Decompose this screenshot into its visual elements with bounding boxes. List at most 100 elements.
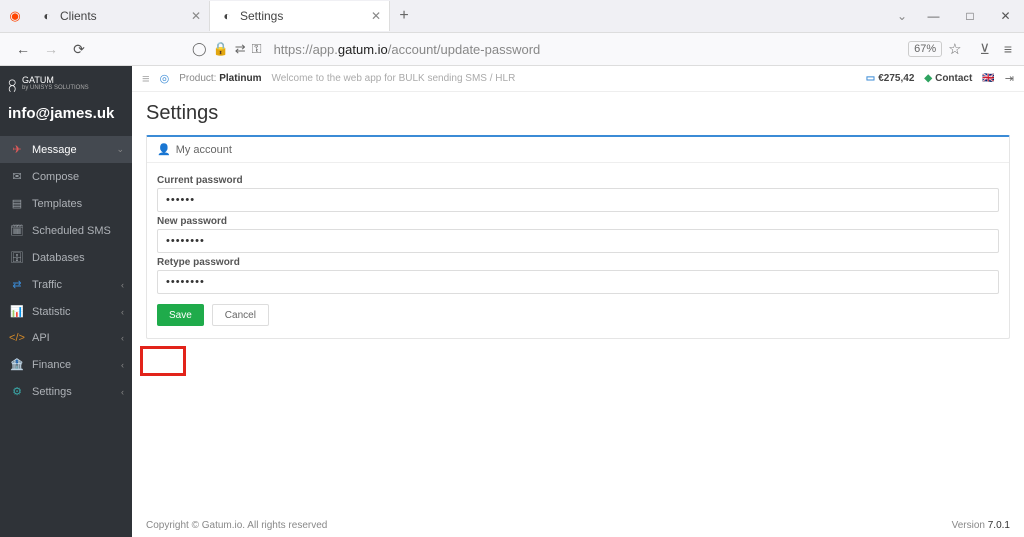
site-security-icons[interactable]: ◯ 🔒 ⇄ ⚿ <box>192 41 262 57</box>
reload-button[interactable]: ⟳ <box>68 41 90 58</box>
database-icon: 🗄 <box>10 251 24 264</box>
url-input[interactable]: https://app.gatum.io/account/update-pass… <box>268 42 903 57</box>
tab-title: Settings <box>240 9 283 23</box>
welcome-text: Welcome to the web app for BULK sending … <box>271 73 515 84</box>
save-button[interactable]: Save <box>157 304 204 326</box>
user-email: info@james.uk <box>0 99 132 136</box>
sidebar-item-label: API <box>32 332 50 344</box>
language-flag-icon[interactable]: 🇬🇧 <box>982 73 994 84</box>
code-icon: </> <box>10 332 24 344</box>
shield-icon: ◯ <box>192 41 207 57</box>
sidebar-item-statistic[interactable]: 📊 Statistic ‹ <box>0 298 132 325</box>
sidebar-item-message[interactable]: ✈ Message ⌄ <box>0 136 132 163</box>
person-icon: 👤 <box>157 143 171 156</box>
chart-icon: 📊 <box>10 305 24 318</box>
close-icon[interactable]: ✕ <box>191 9 201 23</box>
brand-icon: ႙ <box>8 72 16 93</box>
sidebar-item-scheduled[interactable]: 🗓 Scheduled SMS <box>0 217 132 244</box>
traffic-icon: ⇄ <box>10 278 24 291</box>
logout-icon[interactable]: ⇥ <box>1005 72 1014 85</box>
product-name: Platinum <box>219 73 261 84</box>
pocket-icon[interactable]: ⊻ <box>980 41 990 58</box>
sidebar: ႙ GATUM by UNISYS SOLUTIONS info@james.u… <box>0 66 132 537</box>
retype-password-input[interactable] <box>157 270 999 294</box>
templates-icon: ▤ <box>10 197 24 210</box>
tab-clients[interactable]: ◐ Clients ✕ <box>30 1 210 31</box>
forward-button[interactable]: → <box>40 41 62 57</box>
new-tab-button[interactable]: + <box>390 7 418 25</box>
product-icon: ◎ <box>160 72 170 85</box>
topbar: ≡ ◎ Product: Platinum Welcome to the web… <box>132 66 1024 92</box>
sidebar-item-label: Compose <box>32 171 79 183</box>
sidebar-item-finance[interactable]: 🏦 Finance ‹ <box>0 351 132 378</box>
sidebar-item-label: Templates <box>32 198 82 210</box>
contact-icon: ◆ <box>924 73 932 84</box>
label-new-password: New password <box>157 216 999 227</box>
balance[interactable]: ▭ €275,42 <box>866 73 915 84</box>
url-prefix: https://app. <box>274 42 338 57</box>
chevron-left-icon: ‹ <box>121 333 124 343</box>
sidebar-item-label: Databases <box>32 252 85 264</box>
sidebar-item-label: Statistic <box>32 306 71 318</box>
permissions-icon: ⇄ <box>235 41 246 57</box>
chevron-left-icon: ‹ <box>121 360 124 370</box>
bookmark-icon[interactable]: ☆ <box>948 40 961 58</box>
brand: ႙ GATUM by UNISYS SOLUTIONS <box>0 66 132 99</box>
sidebar-item-traffic[interactable]: ⇄ Traffic ‹ <box>0 271 132 298</box>
bank-icon: 🏦 <box>10 358 24 371</box>
key-icon: ⚿ <box>252 41 262 57</box>
footer: Copyright © Gatum.io. All rights reserve… <box>132 514 1024 537</box>
main-area: ≡ ◎ Product: Platinum Welcome to the web… <box>132 66 1024 537</box>
sidebar-item-settings[interactable]: ⚙ Settings ‹ <box>0 378 132 405</box>
menu-toggle-icon[interactable]: ≡ <box>142 71 150 86</box>
minimize-button[interactable]: ― <box>921 5 945 27</box>
tab-favicon: ◐ <box>220 9 234 23</box>
tab-settings[interactable]: ◐ Settings ✕ <box>210 1 390 31</box>
current-password-input[interactable] <box>157 188 999 212</box>
chevron-left-icon: ‹ <box>121 280 124 290</box>
url-path: /account/update-password <box>388 42 540 57</box>
label-current-password: Current password <box>157 175 999 186</box>
label-retype-password: Retype password <box>157 257 999 268</box>
zoom-level[interactable]: 67% <box>908 41 942 57</box>
url-domain: gatum.io <box>338 42 388 57</box>
new-password-input[interactable] <box>157 229 999 253</box>
footer-copyright: Copyright © Gatum.io. All rights reserve… <box>146 520 327 531</box>
sidebar-item-label: Settings <box>32 386 72 398</box>
sidebar-item-databases[interactable]: 🗄 Databases <box>0 244 132 271</box>
close-window-button[interactable]: ✕ <box>994 5 1016 27</box>
close-icon[interactable]: ✕ <box>371 9 381 23</box>
sidebar-item-label: Scheduled SMS <box>32 225 111 237</box>
content: Settings 👤 My account Current password N… <box>132 92 1024 339</box>
sidebar-item-label: Finance <box>32 359 71 371</box>
app-menu-icon[interactable]: ≡ <box>1004 41 1012 57</box>
app-frame: ႙ GATUM by UNISYS SOLUTIONS info@james.u… <box>0 66 1024 537</box>
back-button[interactable]: ← <box>12 41 34 57</box>
footer-version: Version 7.0.1 <box>952 520 1010 531</box>
maximize-button[interactable]: □ <box>960 5 979 27</box>
brand-title: GATUM <box>22 75 89 85</box>
product-label: Product: <box>179 73 216 84</box>
contact-link[interactable]: ◆ Contact <box>924 73 972 84</box>
cancel-button[interactable]: Cancel <box>212 304 269 326</box>
message-icon: ✈ <box>10 143 24 156</box>
calendar-icon: 🗓 <box>10 224 24 237</box>
sidebar-item-templates[interactable]: ▤ Templates <box>0 190 132 217</box>
lock-icon: 🔒 <box>213 41 229 57</box>
panel-header: 👤 My account <box>147 137 1009 163</box>
chevron-down-icon: ⌄ <box>116 144 124 155</box>
compose-icon: ✉ <box>10 170 24 183</box>
sidebar-item-label: Message <box>32 144 77 156</box>
tab-favicon: ◐ <box>40 9 54 23</box>
card-icon: ▭ <box>866 73 875 84</box>
panel-title: My account <box>176 144 232 156</box>
sidebar-item-compose[interactable]: ✉ Compose <box>0 163 132 190</box>
account-panel: 👤 My account Current password New passwo… <box>146 135 1010 339</box>
tab-title: Clients <box>60 9 97 23</box>
balance-value: €275,42 <box>878 73 914 84</box>
page-title: Settings <box>146 102 1010 125</box>
sidebar-item-api[interactable]: </> API ‹ <box>0 325 132 351</box>
address-bar: ← → ⟳ ◯ 🔒 ⇄ ⚿ https://app.gatum.io/accou… <box>0 33 1024 66</box>
chevron-left-icon: ‹ <box>121 307 124 317</box>
tabs-overflow-icon[interactable]: ⌄ <box>890 9 914 23</box>
